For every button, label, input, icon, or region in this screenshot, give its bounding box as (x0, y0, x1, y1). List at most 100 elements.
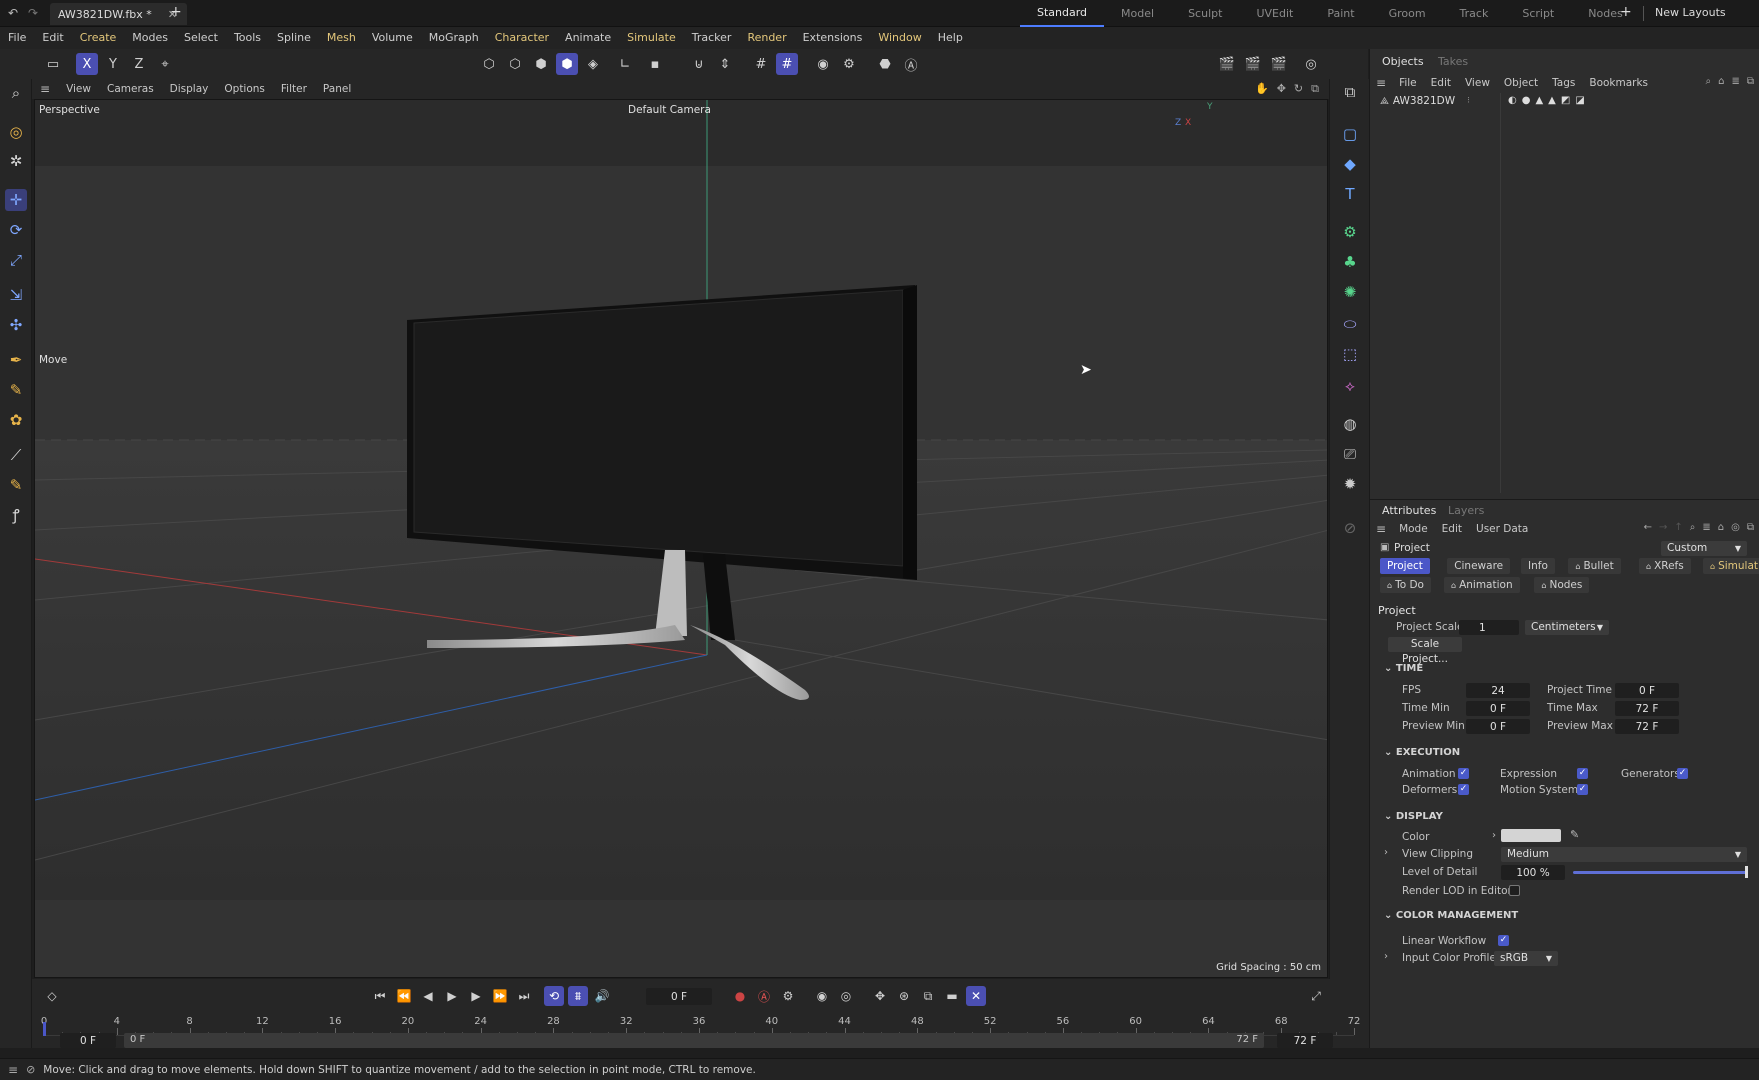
viewport-menu-panel[interactable]: Panel (315, 79, 359, 99)
workplane-icon[interactable]: ∟ (614, 53, 636, 75)
time-min-input[interactable]: 0 F (1466, 701, 1530, 716)
transfer-tool-icon[interactable]: ⇲ (5, 284, 27, 306)
polygons-mode-icon[interactable]: ⬢ (530, 53, 552, 75)
axis-z-toggle[interactable]: Z (128, 53, 150, 75)
undo-icon[interactable]: ↶ (8, 6, 18, 20)
sculpt-icon[interactable]: ✿ (5, 409, 27, 431)
deformer-icon[interactable]: ⬭ (1339, 313, 1361, 335)
menu-window[interactable]: Window (870, 27, 929, 49)
undo-history-icon[interactable]: ▭ (42, 53, 64, 75)
phong-tag-icon[interactable]: ▲ (1535, 95, 1543, 106)
objects-menu-file[interactable]: File (1392, 74, 1424, 92)
fps-input[interactable]: 24 (1466, 683, 1530, 698)
level-of-detail-slider-handle[interactable] (1745, 866, 1748, 878)
points-mode-icon[interactable]: ⬡ (478, 53, 500, 75)
text-icon[interactable]: Ⓐ (900, 53, 922, 75)
menu-animate[interactable]: Animate (557, 27, 619, 49)
end-frame-input[interactable]: 72 F (1277, 1033, 1333, 1048)
expand-icon[interactable]: ⧉ (1747, 522, 1754, 533)
menu-character[interactable]: Character (487, 27, 557, 49)
forward-arrow-icon[interactable]: → (1659, 522, 1667, 533)
layout-tab-paint[interactable]: Paint (1310, 0, 1371, 27)
preview-range-bar[interactable]: 0 F 72 F (124, 1033, 1264, 1048)
tab-takes[interactable]: Takes (1438, 55, 1468, 68)
tab-objects[interactable]: Objects (1382, 55, 1424, 68)
subtab-nodes[interactable]: ⌂ Nodes (1534, 577, 1590, 593)
symmetry-icon[interactable]: ⇕ (714, 53, 736, 75)
subtab-info[interactable]: Info (1521, 558, 1555, 574)
objects-manager-icon[interactable]: ⧉ (1339, 81, 1361, 103)
color-swatch[interactable] (1501, 829, 1561, 842)
layout-tab-track[interactable]: Track (1443, 0, 1506, 27)
layout-tab-uvedit[interactable]: UVEdit (1239, 0, 1310, 27)
subtab-bullet[interactable]: ⌂ Bullet (1568, 558, 1621, 574)
start-frame-input[interactable]: 0 F (60, 1033, 116, 1048)
magnet-icon[interactable]: ⊍ (688, 53, 710, 75)
spline-pen-icon[interactable]: ✒ (5, 349, 27, 371)
subtab-project[interactable]: Project (1380, 558, 1430, 574)
menu-help[interactable]: Help (930, 27, 971, 49)
linear-workflow-checkbox[interactable]: ✓ (1498, 935, 1509, 946)
level-of-detail-slider[interactable] (1573, 871, 1748, 874)
material-icon[interactable]: ⬣ (874, 53, 896, 75)
axis-tool-icon[interactable]: ✣ (5, 314, 27, 336)
mograph-cloner-icon[interactable]: ♣ (1339, 251, 1361, 273)
layout-tab-script[interactable]: Script (1505, 0, 1571, 27)
chevron-right-icon[interactable]: › (1384, 951, 1388, 962)
scale-tool-icon[interactable]: ⤢ (5, 249, 27, 271)
menu-file[interactable]: File (0, 27, 34, 49)
chevron-right-icon[interactable]: › (1384, 847, 1388, 858)
layout-tab-model[interactable]: Model (1104, 0, 1171, 27)
motion-system-checkbox[interactable]: ✓ (1577, 784, 1588, 795)
visibility-dots-icon[interactable]: ⁝ (1467, 96, 1470, 106)
field-icon[interactable]: ⬚ (1339, 343, 1361, 365)
menu-edit[interactable]: Edit (34, 27, 71, 49)
menu-mesh[interactable]: Mesh (319, 27, 364, 49)
redo-icon[interactable]: ↷ (28, 6, 38, 20)
chevron-right-icon[interactable]: › (1492, 830, 1496, 841)
generators-checkbox[interactable]: ✓ (1677, 768, 1688, 779)
new-tab-icon[interactable]: + (170, 4, 182, 20)
preview-max-input[interactable]: 72 F (1615, 719, 1679, 734)
subtab-animation[interactable]: ⌂ Animation (1444, 577, 1520, 593)
search-icon[interactable]: ⌕ (5, 82, 27, 104)
eyedropper-icon[interactable]: ✎ (1570, 828, 1579, 841)
menu-simulate[interactable]: Simulate (619, 27, 684, 49)
environment-icon[interactable]: ◍ (1339, 413, 1361, 435)
objects-menu-edit[interactable]: Edit (1424, 74, 1458, 92)
text-object-icon[interactable]: T (1339, 183, 1361, 205)
brush-icon[interactable]: ⟋ (5, 444, 27, 466)
attributes-menu-user-data[interactable]: User Data (1469, 520, 1535, 538)
tag-icon[interactable]: ⊘ (1339, 517, 1361, 539)
menu-volume[interactable]: Volume (364, 27, 421, 49)
settings-icon[interactable]: ◎ (1731, 522, 1740, 533)
color-management-section-header[interactable]: ⌄ COLOR MANAGEMENT (1384, 910, 1518, 921)
layout-tab-sculpt[interactable]: Sculpt (1171, 0, 1239, 27)
up-arrow-icon[interactable]: ↑ (1674, 522, 1682, 533)
subtab-to-do[interactable]: ⌂ To Do (1380, 577, 1431, 593)
subtab-xrefs[interactable]: ⌂ XRefs (1639, 558, 1691, 574)
viewport-menu-cameras[interactable]: Cameras (99, 79, 162, 99)
project-scale-unit-dropdown[interactable]: Centimeters ▼ (1525, 620, 1609, 635)
phong-tag-icon[interactable]: ▲ (1548, 95, 1556, 106)
home-icon[interactable]: ⌂ (1718, 76, 1724, 87)
project-time-input[interactable]: 0 F (1615, 683, 1679, 698)
snap-icon[interactable]: # (776, 53, 798, 75)
objects-menu-tags[interactable]: Tags (1545, 74, 1582, 92)
menu-render[interactable]: Render (739, 27, 794, 49)
document-tab[interactable]: AW3821DW.fbx * ✕ (50, 3, 187, 25)
weight-tag-icon[interactable]: ◪ (1575, 95, 1584, 106)
edges-mode-icon[interactable]: ⬡ (504, 53, 526, 75)
edit-render-settings-icon[interactable]: 🎬 (1268, 53, 1290, 75)
viewport-camera-label[interactable]: Default Camera (628, 104, 711, 116)
hamburger-icon[interactable]: ≡ (32, 82, 58, 96)
input-color-profile-dropdown[interactable]: sRGB ▼ (1494, 951, 1558, 966)
objects-menu-bookmarks[interactable]: Bookmarks (1582, 74, 1655, 92)
filter-icon[interactable]: ≣ (1702, 522, 1710, 533)
dolly-icon[interactable]: ✥ (1277, 82, 1286, 96)
object-mode-icon[interactable]: ◈ (582, 53, 604, 75)
search-icon[interactable]: ⌕ (1706, 76, 1712, 87)
project-scale-input[interactable]: 1 (1459, 620, 1519, 635)
menu-mograph[interactable]: MoGraph (421, 27, 487, 49)
viewport-perspective[interactable]: Perspective Default Camera Move Y X Z Gr… (34, 99, 1328, 978)
